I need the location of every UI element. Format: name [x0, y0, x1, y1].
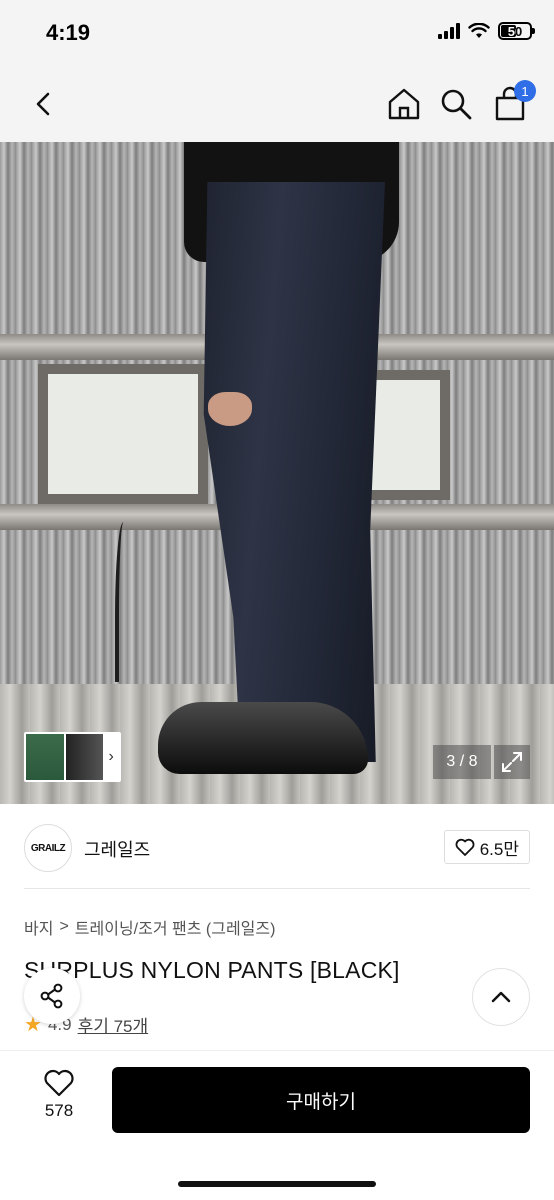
- thumbnail-image[interactable]: [26, 734, 64, 780]
- wishlist-count: 578: [44, 1101, 74, 1120]
- breadcrumb: 바지 > 트레이닝/조거 팬츠 (그레일즈): [24, 915, 275, 939]
- cart-count-badge: 1: [514, 80, 536, 102]
- back-arrow-icon[interactable]: [26, 86, 62, 122]
- home-indicator: [178, 1181, 376, 1187]
- product-title: SURPLUS NYLON PANTS [BLACK]: [24, 957, 400, 983]
- thumbnail-image[interactable]: [65, 734, 104, 780]
- battery-level: 50: [507, 23, 523, 39]
- cellular-signal-icon: [438, 23, 460, 39]
- home-icon[interactable]: [386, 86, 422, 122]
- nav-bar: 1: [0, 70, 554, 142]
- divider: [24, 888, 530, 889]
- brand-like-count: 6.5만: [479, 839, 519, 859]
- chevron-right-icon: ›: [108, 748, 114, 765]
- share-button[interactable]: [24, 968, 80, 1024]
- expand-button[interactable]: [494, 745, 530, 779]
- wishlist-button[interactable]: 578: [24, 1069, 94, 1133]
- brand-like-button[interactable]: 6.5만: [443, 830, 530, 864]
- thumbnail-strip[interactable]: ›: [24, 732, 121, 782]
- status-time: 4:19: [46, 20, 91, 45]
- buy-button[interactable]: 구매하기: [112, 1067, 530, 1133]
- share-icon: [40, 983, 63, 1009]
- cart-button[interactable]: 1: [492, 80, 536, 122]
- expand-icon: [502, 752, 522, 772]
- wifi-icon: [468, 23, 490, 38]
- brand-row: GRAILZ 그레일즈 6.5만: [24, 820, 530, 876]
- status-bar: 4:19 50: [0, 0, 554, 70]
- status-icons: 50: [438, 22, 535, 40]
- image-page-counter: 3 / 8: [433, 745, 491, 779]
- search-icon[interactable]: [438, 86, 474, 122]
- review-link[interactable]: 후기 75개: [78, 1012, 149, 1037]
- heart-icon: [455, 838, 475, 856]
- bottom-action-bar: 578 구매하기: [0, 1050, 554, 1200]
- battery-icon: 50: [498, 22, 535, 40]
- brand-logo[interactable]: GRAILZ: [24, 824, 72, 872]
- product-image[interactable]: › 3 / 8: [0, 142, 554, 804]
- breadcrumb-item-category[interactable]: 바지: [24, 915, 53, 939]
- chevron-up-icon: [491, 991, 511, 1003]
- heart-icon: [44, 1069, 74, 1097]
- chevron-right-icon: >: [59, 918, 69, 935]
- scroll-top-button[interactable]: [472, 968, 530, 1026]
- breadcrumb-item-subcategory[interactable]: 트레이닝/조거 팬츠 (그레일즈): [75, 915, 276, 939]
- brand-name[interactable]: 그레일즈: [84, 836, 150, 862]
